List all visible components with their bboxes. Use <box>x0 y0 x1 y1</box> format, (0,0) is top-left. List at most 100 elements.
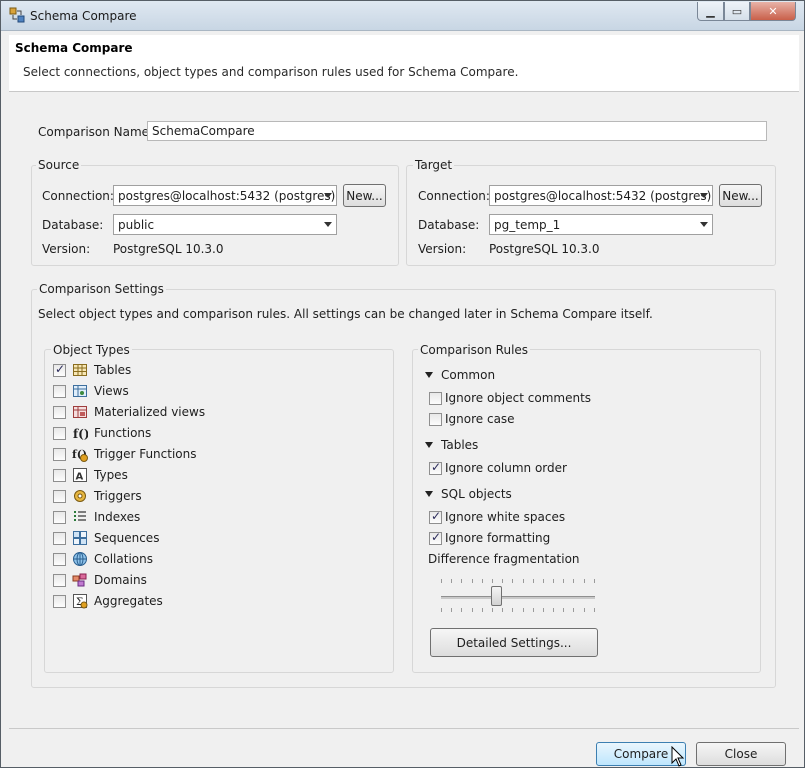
source-connection-label: Connection: <box>42 189 114 203</box>
target-version-value: PostgreSQL 10.3.0 <box>489 242 600 256</box>
checkbox[interactable] <box>53 426 66 440</box>
chevron-down-icon <box>700 222 708 227</box>
comparison-rules-title: Comparison Rules <box>418 343 531 357</box>
object-type-item[interactable]: Indexes <box>53 508 140 526</box>
checkbox[interactable] <box>429 391 442 405</box>
object-type-item[interactable]: f() Functions <box>53 424 151 442</box>
object-type-item[interactable]: Views <box>53 382 129 400</box>
source-database-value: public <box>118 218 155 232</box>
comparison-name-input[interactable]: SchemaCompare <box>147 121 767 141</box>
object-type-item[interactable]: Collations <box>53 550 153 568</box>
rule-ignore-formatting[interactable]: Ignore formatting <box>429 529 550 547</box>
common-section-toggle[interactable]: Common <box>425 368 495 382</box>
target-database-value: pg_temp_1 <box>494 218 561 232</box>
sql-objects-section-toggle[interactable]: SQL objects <box>425 487 512 501</box>
object-type-item[interactable]: A Types <box>53 466 128 484</box>
source-new-button[interactable]: New... <box>343 184 386 207</box>
object-type-label: Sequences <box>94 531 160 545</box>
difference-fragmentation-slider[interactable] <box>441 579 595 619</box>
target-connection-select[interactable]: postgres@localhost:5432 (postgres) <box>489 185 713 206</box>
checkbox[interactable] <box>429 412 442 426</box>
collation-icon <box>72 551 88 567</box>
rule-ignore-object-comments[interactable]: Ignore object comments <box>429 389 591 407</box>
source-version-value: PostgreSQL 10.3.0 <box>113 242 224 256</box>
chevron-down-icon <box>425 372 433 378</box>
object-type-label: Types <box>94 468 128 482</box>
checkbox[interactable] <box>53 552 66 566</box>
tables-section-toggle[interactable]: Tables <box>425 438 478 452</box>
object-type-label: Collations <box>94 552 153 566</box>
object-type-label: Triggers <box>94 489 142 503</box>
aggregate-icon: Σ <box>72 593 88 609</box>
comparison-settings-title: Comparison Settings <box>37 282 166 296</box>
rule-label: Ignore formatting <box>445 531 551 545</box>
target-new-button[interactable]: New... <box>719 184 762 207</box>
detailed-settings-button[interactable]: Detailed Settings... <box>430 628 598 657</box>
view-icon <box>72 383 88 399</box>
maximize-icon[interactable]: ▭ <box>724 2 750 21</box>
close-icon[interactable]: ✕ <box>750 2 796 21</box>
target-connection-value: postgres@localhost:5432 (postgres) <box>494 189 712 203</box>
checkbox[interactable] <box>53 362 66 377</box>
object-type-item[interactable]: f() Trigger Functions <box>53 445 197 463</box>
object-type-item[interactable]: Tables <box>53 361 131 379</box>
rule-ignore-column-order[interactable]: Ignore column order <box>429 459 567 477</box>
source-connection-select[interactable]: postgres@localhost:5432 (postgres) <box>113 185 337 206</box>
rule-ignore-case[interactable]: Ignore case <box>429 410 515 428</box>
chevron-down-icon <box>700 193 708 198</box>
difference-fragmentation-label: Difference fragmentation <box>428 552 580 566</box>
rule-label: Ignore object comments <box>445 391 592 405</box>
checkbox[interactable] <box>53 594 66 608</box>
object-type-item[interactable]: Σ Aggregates <box>53 592 163 610</box>
title-bar[interactable]: Schema Compare ▁ ▭ ✕ <box>1 1 804 31</box>
svg-text:A: A <box>76 472 84 483</box>
table-icon <box>72 362 88 378</box>
object-type-item[interactable]: Triggers <box>53 487 142 505</box>
tables-section-label: Tables <box>441 438 479 452</box>
header-description: Select connections, object types and com… <box>23 65 519 79</box>
object-type-label: Tables <box>94 363 132 377</box>
checkbox[interactable] <box>53 447 66 461</box>
checkbox[interactable] <box>53 468 66 482</box>
checkbox[interactable] <box>429 530 442 545</box>
checkbox[interactable] <box>429 460 442 475</box>
object-type-item[interactable]: Sequences <box>53 529 159 547</box>
rule-label: Ignore white spaces <box>445 510 566 524</box>
object-type-item[interactable]: Domains <box>53 571 147 589</box>
checkbox[interactable] <box>53 384 66 398</box>
target-database-select[interactable]: pg_temp_1 <box>489 214 713 235</box>
checkbox[interactable] <box>53 405 66 419</box>
checkbox[interactable] <box>429 509 442 524</box>
target-connection-label: Connection: <box>418 189 490 203</box>
source-database-select[interactable]: public <box>113 214 337 235</box>
mouse-cursor-icon <box>671 746 685 767</box>
source-version-label: Version: <box>42 242 91 256</box>
footer-divider <box>9 728 799 729</box>
checkbox[interactable] <box>53 531 66 545</box>
source-connection-value: postgres@localhost:5432 (postgres) <box>118 189 336 203</box>
materialized-view-icon <box>72 404 88 420</box>
target-database-label: Database: <box>418 218 480 232</box>
object-type-item[interactable]: Materialized views <box>53 403 205 421</box>
checkbox[interactable] <box>53 573 66 587</box>
trigger-function-icon: f() <box>72 446 88 462</box>
close-button[interactable]: Close <box>696 742 786 766</box>
slider-track <box>441 596 595 599</box>
minimize-icon[interactable]: ▁ <box>697 2 724 21</box>
function-icon: f() <box>72 425 88 441</box>
chevron-down-icon <box>425 442 433 448</box>
sql-objects-section-label: SQL objects <box>441 487 512 501</box>
rule-ignore-white-spaces[interactable]: Ignore white spaces <box>429 508 565 526</box>
checkbox[interactable] <box>53 489 66 503</box>
target-version-label: Version: <box>418 242 467 256</box>
header-title: Schema Compare <box>15 41 133 55</box>
domain-icon <box>72 572 88 588</box>
comparison-settings-description: Select object types and comparison rules… <box>38 307 653 321</box>
sequence-icon <box>72 530 88 546</box>
schema-compare-dialog: Schema Compare ▁ ▭ ✕ Schema Compare Sele… <box>0 0 805 768</box>
checkbox[interactable] <box>53 510 66 524</box>
object-type-label: Indexes <box>94 510 141 524</box>
common-section-label: Common <box>441 368 496 382</box>
object-type-label: Aggregates <box>94 594 163 608</box>
slider-thumb[interactable] <box>491 586 502 606</box>
